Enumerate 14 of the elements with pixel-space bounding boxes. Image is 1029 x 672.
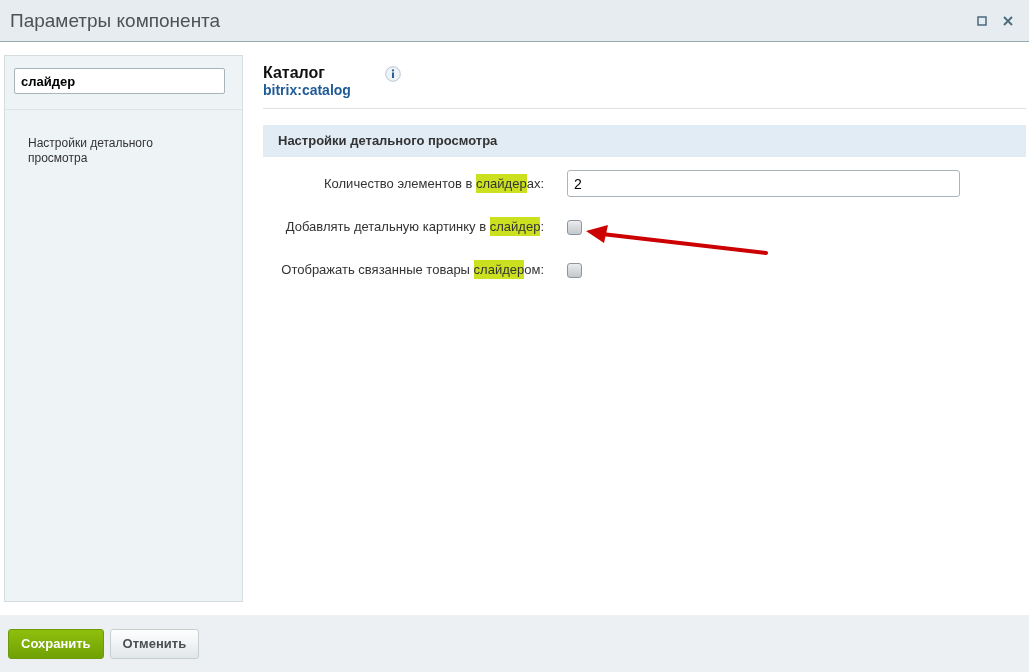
cancel-button[interactable]: Отменить bbox=[109, 628, 200, 659]
component-code: bitrix:catalog bbox=[263, 82, 351, 98]
info-icon[interactable] bbox=[384, 66, 401, 82]
checkbox[interactable] bbox=[567, 262, 582, 278]
search-field[interactable]: слайдер bbox=[14, 68, 225, 94]
input-field[interactable]: 2 bbox=[567, 170, 960, 197]
sidebar-item[interactable]: Настройки детального просмотра bbox=[28, 136, 178, 166]
section-header: Настройки детального просмотра bbox=[263, 125, 1026, 157]
maximize-icon[interactable] bbox=[977, 15, 987, 26]
component-name: Каталог bbox=[263, 64, 326, 82]
field-label: Добавлять детальную картинку в слайдер: bbox=[284, 219, 544, 234]
close-icon[interactable] bbox=[1003, 15, 1013, 26]
checkbox[interactable] bbox=[567, 219, 582, 235]
window-title: Параметры компонента bbox=[10, 9, 221, 32]
